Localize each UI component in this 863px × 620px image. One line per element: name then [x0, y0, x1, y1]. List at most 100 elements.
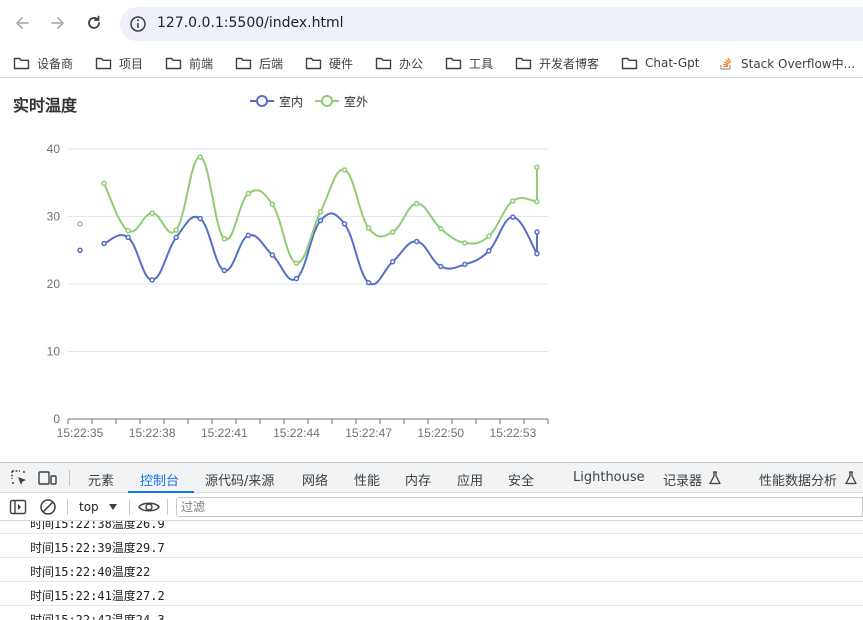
- data-point: [293, 260, 300, 266]
- arrow-left-icon: [16, 17, 29, 29]
- reload-icon: [88, 15, 100, 29]
- folder-icon: [13, 57, 30, 70]
- data-point: [269, 201, 276, 208]
- bookmark-folder[interactable]: 办公: [375, 53, 423, 73]
- divider: [129, 499, 130, 515]
- data-point: [389, 229, 396, 235]
- data-point: [462, 261, 468, 268]
- tab-elements[interactable]: 元素: [88, 470, 114, 489]
- data-point: [149, 210, 155, 216]
- tab-sources[interactable]: 源代码/来源: [205, 470, 274, 489]
- bookmark-label: 开发者博客: [539, 56, 600, 71]
- temperature-line-chart: 0 10 20 30 40 15:22:35 15:22:38 15:22:41 15:22:4…: [47, 142, 549, 440]
- bookmark-label: 后端: [259, 56, 284, 71]
- data-point: [438, 225, 444, 232]
- data-point: [125, 227, 131, 234]
- filter-placeholder: 过滤: [181, 500, 206, 514]
- bookmark-label: 设备商: [37, 56, 74, 71]
- data-point: [269, 252, 276, 258]
- data-point: [365, 225, 372, 231]
- x-tick-label: 15:22:44: [273, 426, 320, 440]
- sidebar-toggle-icon[interactable]: [9, 499, 27, 515]
- bookmark-label: 工具: [469, 56, 494, 71]
- data-point: [125, 234, 131, 241]
- console-line: 时间15:22:39温度29.7: [0, 534, 863, 558]
- clear-console-icon[interactable]: [39, 498, 57, 516]
- browser-toolbar: 127.0.0.1:5500/index.html: [0, 0, 863, 48]
- folder-icon: [235, 57, 252, 70]
- tab-recorder[interactable]: 记录器: [663, 470, 702, 489]
- data-point: [77, 247, 83, 253]
- flask-icon: [709, 471, 721, 485]
- y-tick-label: 30: [47, 210, 61, 224]
- info-icon[interactable]: [128, 14, 148, 34]
- console-line: 时间15:22:41温度27.2: [0, 582, 863, 606]
- bookmark-link[interactable]: Stack Overflow中...: [718, 53, 855, 73]
- x-tick-label: 15:22:38: [129, 426, 176, 440]
- address-bar[interactable]: 127.0.0.1:5500/index.html: [120, 7, 863, 41]
- x-tick-label: 15:22:53: [490, 426, 537, 440]
- bookmark-folder[interactable]: Chat-Gpt: [621, 53, 699, 73]
- bookmark-label: 前端: [189, 56, 214, 71]
- data-point: [221, 267, 228, 274]
- tab-lighthouse[interactable]: Lighthouse: [573, 470, 645, 485]
- y-tick-label: 10: [47, 345, 61, 359]
- console-line: 时间15:22:40温度22: [0, 558, 863, 582]
- y-tick-label: 20: [47, 277, 61, 291]
- bookmark-folder[interactable]: 开发者博客: [515, 53, 599, 73]
- data-point: [389, 258, 396, 265]
- data-point: [413, 238, 420, 245]
- tab-security[interactable]: 安全: [508, 470, 534, 489]
- data-point: [510, 198, 516, 204]
- arrow-right-icon: [51, 17, 64, 29]
- data-point: [510, 214, 516, 220]
- bookmark-folder[interactable]: 硬件: [305, 53, 353, 73]
- divider: [69, 470, 70, 486]
- tab-performance[interactable]: 性能: [354, 470, 380, 489]
- folder-icon: [445, 57, 462, 70]
- tab-console[interactable]: 控制台: [140, 470, 179, 489]
- data-point: [221, 236, 228, 242]
- data-point: [486, 248, 492, 254]
- data-point: [486, 233, 492, 239]
- y-tick-label: 40: [47, 142, 61, 156]
- x-tick-label: 15:22:47: [345, 426, 392, 440]
- data-point: [365, 279, 372, 286]
- inspect-element-icon[interactable]: [10, 469, 28, 487]
- data-point: [77, 221, 83, 227]
- reload-button[interactable]: [81, 10, 107, 36]
- bookmark-label: Chat-Gpt: [645, 56, 700, 70]
- data-point: [245, 232, 252, 239]
- tab-application[interactable]: 应用: [457, 470, 483, 489]
- data-point: [462, 240, 468, 246]
- tab-network[interactable]: 网络: [302, 470, 328, 489]
- data-point: [341, 221, 348, 227]
- data-point: [341, 167, 348, 173]
- eye-icon[interactable]: [138, 499, 160, 515]
- tab-memory[interactable]: 内存: [405, 470, 431, 489]
- bookmark-folder[interactable]: 项目: [95, 53, 143, 73]
- filter-input[interactable]: 过滤: [176, 497, 863, 517]
- bookmark-folder[interactable]: 工具: [445, 53, 493, 73]
- folder-icon: [165, 57, 182, 70]
- bookmark-folder[interactable]: 设备商: [13, 53, 73, 73]
- data-point: [197, 154, 203, 160]
- console-line: 时间15:22:42温度24.3: [0, 606, 863, 620]
- y-tick-label: 0: [53, 412, 60, 426]
- tab-performance-insights[interactable]: 性能数据分析: [759, 470, 837, 489]
- data-point: [173, 227, 179, 233]
- bookmark-folder[interactable]: 前端: [165, 53, 213, 73]
- data-point: [438, 263, 444, 270]
- data-point: [197, 215, 203, 222]
- devtools-panel: 元素 控制台 源代码/来源 网络 性能 内存 应用 安全 Lighthouse …: [0, 462, 863, 620]
- forward-button[interactable]: [45, 10, 71, 36]
- device-toolbar-icon[interactable]: [38, 469, 58, 487]
- bookmark-folder[interactable]: 后端: [235, 53, 283, 73]
- context-selector[interactable]: top: [79, 499, 118, 515]
- data-point: [317, 209, 324, 215]
- folder-icon: [621, 57, 638, 70]
- back-button[interactable]: [9, 10, 35, 36]
- data-point: [245, 190, 252, 197]
- active-tab-indicator: [128, 491, 194, 493]
- folder-icon: [515, 57, 532, 70]
